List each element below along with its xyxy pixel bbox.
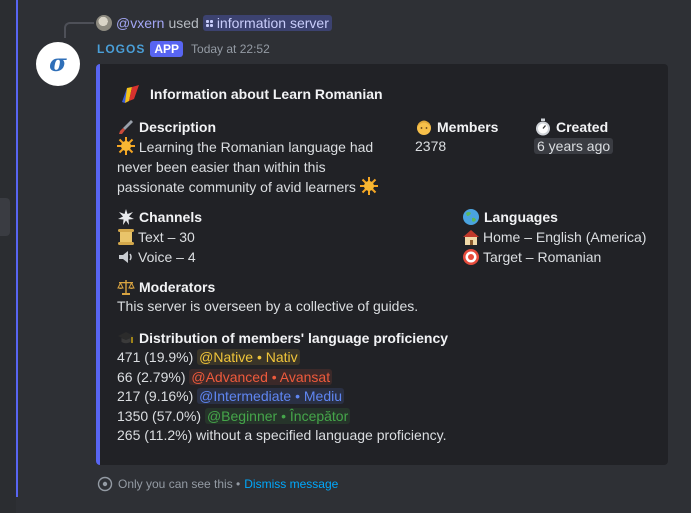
moderators-name: Moderators: [139, 279, 216, 295]
scroll-icon: [118, 229, 134, 245]
speaker-icon: [119, 251, 132, 263]
timestamp[interactable]: Today at 22:52: [191, 42, 270, 56]
members-field: Members 2378: [415, 117, 498, 157]
home-language-value: Home – English (America): [483, 229, 647, 245]
scrollbar-thumb[interactable]: [0, 198, 10, 236]
target-language-value: Target – Romanian: [483, 249, 602, 265]
role-mention-intermediate[interactable]: @Intermediate • Mediu: [197, 388, 345, 404]
message-header: LOGOS APP Today at 22:52: [97, 41, 270, 57]
role-mention-advanced[interactable]: @Advanced • Avansat: [189, 368, 333, 385]
globe-icon: [463, 209, 479, 225]
role-mention-beginner[interactable]: @Beginner • Începător: [204, 407, 351, 424]
romanian-flag-icon: [122, 85, 139, 103]
reply-connector: [64, 22, 94, 38]
interaction-user[interactable]: @vxern: [116, 15, 164, 31]
scales-icon: [117, 280, 135, 295]
distribution-row: 217 (9.16%) @Intermediate • Mediu: [117, 388, 345, 404]
avatar-glyph: σ: [49, 48, 67, 77]
moderators-value: This server is overseen by a collective …: [117, 298, 419, 314]
channels-field: Channels Text – 30 Voice – 4: [117, 207, 202, 267]
user-avatar-mini[interactable]: [96, 15, 112, 31]
description-value: Learning the Romanian language had never…: [117, 137, 397, 198]
text-channels-value: Text – 30: [138, 229, 195, 245]
eye-icon: [97, 476, 113, 492]
sparkle-icon: [118, 209, 134, 225]
created-field: Created 6 years ago: [534, 117, 614, 157]
description-field: Description Learning the Romanian langua…: [117, 117, 397, 198]
command-name[interactable]: information server: [202, 15, 332, 31]
slash-command-icon: [205, 19, 213, 27]
channels-name: Channels: [139, 209, 203, 225]
mention-highlight-bar: [16, 0, 18, 497]
command-label: information server: [216, 15, 329, 31]
distribution-row: 471 (19.9%) @Native • Nativ: [117, 349, 300, 365]
person-icon: [417, 120, 431, 135]
created-name: Created: [556, 119, 609, 135]
languages-name: Languages: [484, 209, 558, 225]
ephemeral-footer: Only you can see this • Dismiss message: [97, 476, 338, 492]
sun-icon: [359, 177, 378, 195]
used-label: used: [168, 15, 199, 31]
moderators-field: Moderators This server is overseen by a …: [117, 277, 418, 317]
created-value[interactable]: 6 years ago: [534, 138, 614, 154]
interaction-reply: @vxern used information server: [96, 13, 332, 33]
role-mention-native[interactable]: @Native • Nativ: [197, 349, 300, 365]
embed-title: Information about Learn Romanian: [120, 84, 383, 104]
distribution-unspecified: 265 (11.2%) without a specified language…: [117, 427, 447, 443]
distribution-name: Distribution of members' language profic…: [139, 330, 449, 346]
sun-icon: [117, 137, 135, 155]
voice-channels-value: Voice – 4: [138, 249, 196, 265]
bot-avatar[interactable]: σ: [36, 42, 80, 86]
embed-title-text: Information about Learn Romanian: [150, 86, 383, 102]
author-name[interactable]: LOGOS: [97, 42, 145, 56]
app-badge: APP: [150, 41, 184, 57]
languages-field: Languages Home – English (America) Targe…: [462, 207, 646, 267]
graduation-cap-icon: [118, 332, 134, 344]
distribution-row: 66 (2.79%) @Advanced • Avansat: [117, 368, 333, 385]
house-icon: [463, 230, 479, 245]
only-you-text: Only you can see this •: [118, 477, 241, 491]
target-icon: [463, 249, 479, 265]
description-name: Description: [117, 117, 397, 137]
distribution-row: 1350 (57.0%) @Beginner • Începător: [117, 407, 351, 424]
brush-icon: [119, 120, 133, 134]
dismiss-message-link[interactable]: Dismiss message: [244, 477, 338, 491]
members-value: 2378: [415, 138, 447, 154]
distribution-field: Distribution of members' language profic…: [117, 328, 448, 446]
stopwatch-icon: [536, 118, 550, 136]
members-name: Members: [437, 119, 499, 135]
server-info-embed: Information about Learn Romanian Descrip…: [96, 64, 668, 465]
